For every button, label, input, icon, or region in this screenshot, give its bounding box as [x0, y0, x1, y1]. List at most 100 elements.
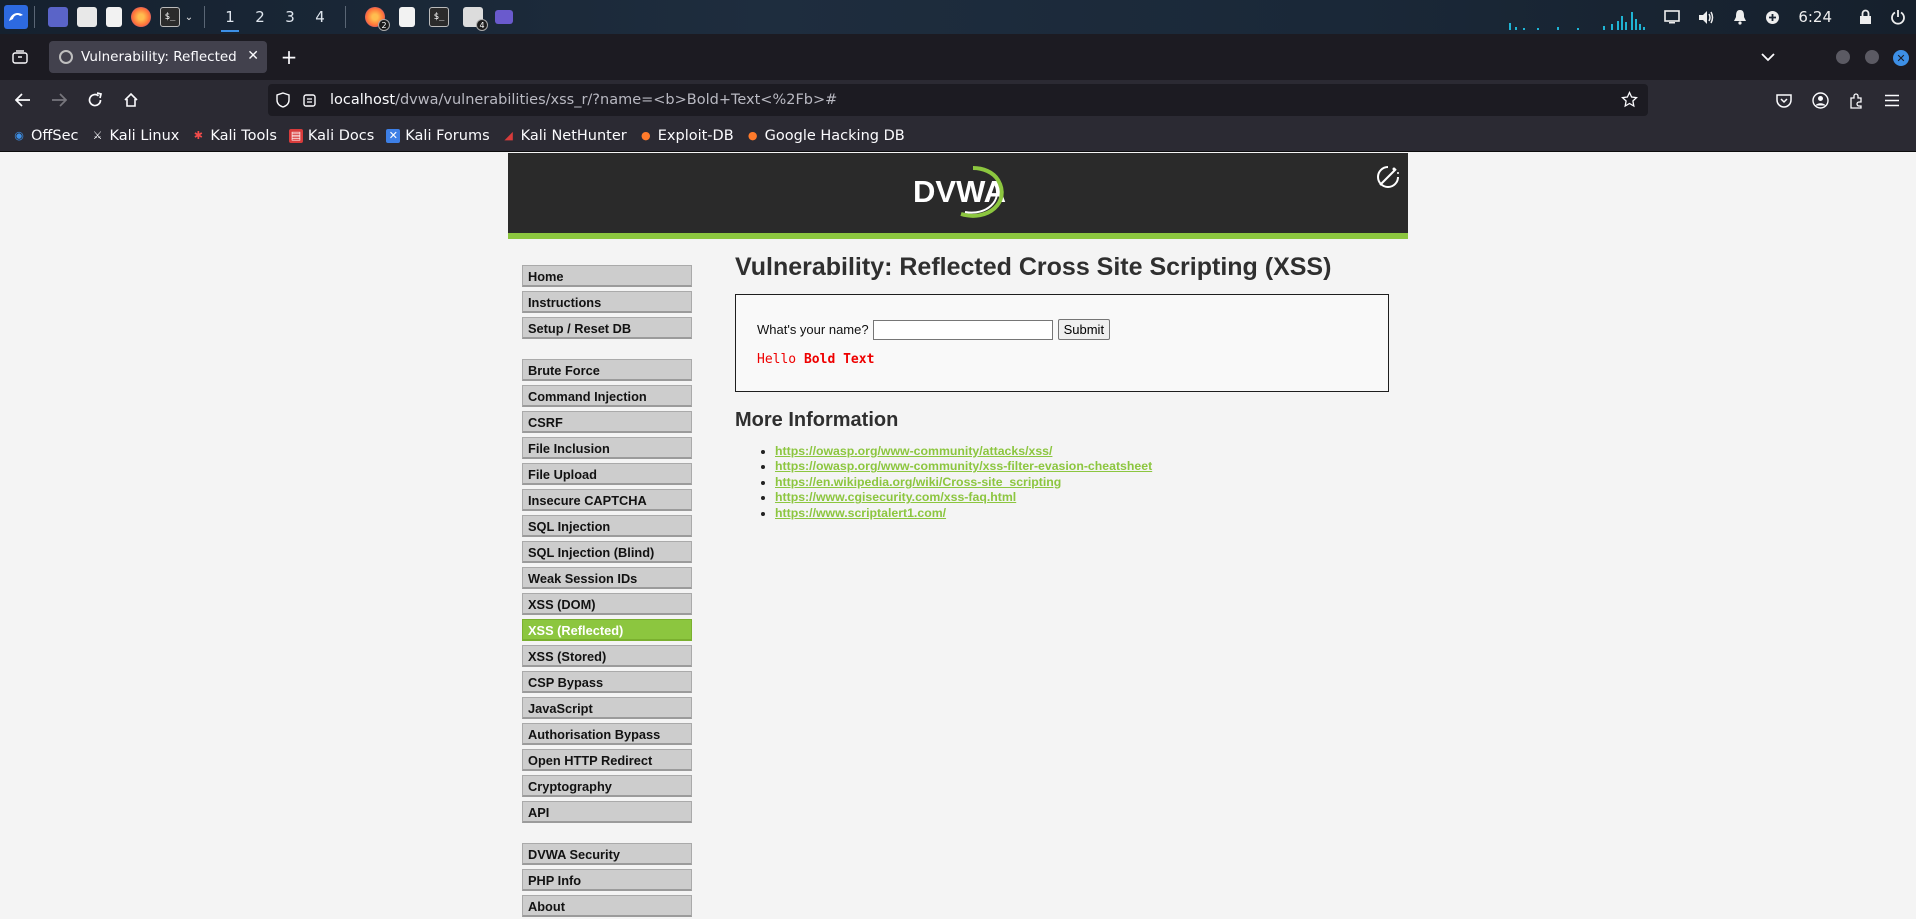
- menu-item-php-info[interactable]: PHP Info: [522, 869, 692, 891]
- hamburger-menu-icon[interactable]: [1880, 88, 1904, 112]
- menu-item-xss-reflected[interactable]: XSS (Reflected): [522, 619, 692, 641]
- menu-item-setup-reset-db[interactable]: Setup / Reset DB: [522, 317, 692, 339]
- ghdb-icon: ●: [747, 129, 758, 142]
- bookmark-kali-tools[interactable]: ✱ Kali Tools: [191, 128, 277, 144]
- shield-icon[interactable]: [276, 92, 290, 108]
- screenshot-window-icon[interactable]: [495, 10, 513, 24]
- name-input[interactable]: [872, 319, 1053, 340]
- menu-item-instructions[interactable]: Instructions: [522, 291, 692, 313]
- kali-menu-icon[interactable]: [4, 5, 28, 29]
- tab-close-icon[interactable]: ✕: [247, 48, 259, 64]
- firefox-launcher-icon[interactable]: [131, 7, 151, 27]
- list-all-tabs-icon[interactable]: [1756, 45, 1780, 69]
- logout-icon[interactable]: [1890, 9, 1906, 25]
- clock[interactable]: 6:24: [1798, 8, 1832, 26]
- menu-item-file-upload[interactable]: File Upload: [522, 463, 692, 485]
- menu-item-sql-injection-blind[interactable]: SQL Injection (Blind): [522, 541, 692, 563]
- home-icon[interactable]: [119, 88, 143, 112]
- window-minimize-button[interactable]: [1836, 50, 1850, 64]
- url-text[interactable]: localhost/dvwa/vulnerabilities/xss_r/?na…: [330, 92, 837, 108]
- bookmark-exploit-db[interactable]: ● Exploit-DB: [639, 128, 734, 144]
- lock-icon[interactable]: [1859, 9, 1872, 25]
- bookmark-offsec[interactable]: ◉ OffSec: [12, 128, 78, 144]
- reference-link[interactable]: https://owasp.org/www-community/xss-filt…: [775, 459, 1152, 473]
- menu-item-dvwa-security[interactable]: DVWA Security: [522, 843, 692, 865]
- output-prefix: Hello: [757, 352, 804, 367]
- extensions-icon[interactable]: [1844, 88, 1868, 112]
- bookmark-star-icon[interactable]: [1621, 90, 1638, 112]
- power-status-icon[interactable]: [1765, 10, 1780, 25]
- more-info-heading: More Information: [735, 409, 899, 431]
- notification-bell-icon[interactable]: [1733, 9, 1747, 25]
- page-info-icon[interactable]: [302, 93, 317, 108]
- active-tab[interactable]: Vulnerability: Reflected Cross Site Scri…: [49, 41, 267, 73]
- forward-arrow-icon[interactable]: [47, 88, 71, 112]
- bookmark-label: Kali Tools: [210, 127, 277, 144]
- reload-icon[interactable]: [83, 88, 107, 112]
- window-close-button[interactable]: ✕: [1893, 50, 1909, 66]
- url-bar[interactable]: localhost/dvwa/vulnerabilities/xss_r/?na…: [268, 84, 1648, 116]
- bookmark-label: Google Hacking DB: [764, 127, 905, 144]
- list-item: https://owasp.org/www-community/attacks/…: [775, 444, 1395, 459]
- menu-item-authorisation-bypass[interactable]: Authorisation Bypass: [522, 723, 692, 745]
- bookmark-kali-linux[interactable]: ⚔ Kali Linux: [91, 128, 180, 144]
- menu-item-cryptography[interactable]: Cryptography: [522, 775, 692, 797]
- menu-item-api[interactable]: API: [522, 801, 692, 823]
- menu-gap: [522, 827, 692, 843]
- theme-toggle-icon[interactable]: [1374, 163, 1402, 191]
- reference-link[interactable]: https://www.cgisecurity.com/xss-faq.html: [775, 490, 1016, 504]
- display-icon[interactable]: [1664, 10, 1681, 24]
- list-item: https://www.cgisecurity.com/xss-faq.html: [775, 490, 1395, 505]
- terminal-window-icon[interactable]: $_: [429, 7, 449, 27]
- menu-item-file-inclusion[interactable]: File Inclusion: [522, 437, 692, 459]
- back-arrow-icon[interactable]: [11, 88, 35, 112]
- menu-item-open-http-redirect[interactable]: Open HTTP Redirect: [522, 749, 692, 771]
- menu-item-command-injection[interactable]: Command Injection: [522, 385, 692, 407]
- text-editor-icon[interactable]: [106, 7, 122, 27]
- window-maximize-button[interactable]: [1865, 50, 1879, 64]
- reference-link[interactable]: https://www.scriptalert1.com/: [775, 506, 946, 520]
- menu-item-csp-bypass[interactable]: CSP Bypass: [522, 671, 692, 693]
- menu-item-brute-force[interactable]: Brute Force: [522, 359, 692, 381]
- menu-item-javascript[interactable]: JavaScript: [522, 697, 692, 719]
- system-tray: 6:24: [1507, 0, 1916, 34]
- menu-item-insecure-captcha[interactable]: Insecure CAPTCHA: [522, 489, 692, 511]
- submit-button[interactable]: Submit: [1057, 319, 1111, 340]
- show-desktop-icon[interactable]: [48, 7, 68, 27]
- bookmark-kali-nethunter[interactable]: ◢ Kali NetHunter: [502, 128, 626, 144]
- text-editor-window-icon[interactable]: [399, 7, 415, 27]
- vulnerable-code-area: What's your name? Submit Hello Bold Text: [735, 294, 1389, 392]
- reference-link[interactable]: https://en.wikipedia.org/wiki/Cross-site…: [775, 475, 1061, 489]
- bookmarks-toolbar: ◉ OffSec ⚔ Kali Linux ✱ Kali Tools ▤ Kali Do…: [0, 120, 1916, 152]
- workspace-1[interactable]: 1: [215, 0, 245, 34]
- menu-item-sql-injection[interactable]: SQL Injection: [522, 515, 692, 537]
- list-item: https://www.scriptalert1.com/: [775, 506, 1395, 521]
- menu-item-about[interactable]: About: [522, 895, 692, 917]
- account-icon[interactable]: [1808, 88, 1832, 112]
- pocket-icon[interactable]: [1772, 88, 1796, 112]
- volume-icon[interactable]: [1698, 10, 1715, 25]
- workspace-4[interactable]: 4: [305, 0, 335, 34]
- dvwa-logo: DVWA: [903, 162, 1013, 230]
- menu-item-xss-dom[interactable]: XSS (DOM): [522, 593, 692, 615]
- new-tab-button[interactable]: +: [277, 45, 301, 69]
- workspace-3[interactable]: 3: [275, 0, 305, 34]
- firefox-view-icon[interactable]: [8, 45, 32, 69]
- menu-item-home[interactable]: Home: [522, 265, 692, 287]
- dvwa-side-menu: Home Instructions Setup / Reset DB Brute F…: [522, 265, 692, 919]
- files-window-icon[interactable]: 4: [463, 7, 488, 31]
- terminal-launcher-icon[interactable]: $_: [160, 7, 180, 27]
- file-manager-icon[interactable]: [77, 7, 97, 27]
- list-item: https://owasp.org/www-community/xss-filt…: [775, 459, 1395, 474]
- bookmark-google-hacking-db[interactable]: ● Google Hacking DB: [746, 128, 905, 144]
- menu-item-weak-session-ids[interactable]: Weak Session IDs: [522, 567, 692, 589]
- bookmark-kali-docs[interactable]: ▤ Kali Docs: [288, 128, 374, 144]
- bookmark-kali-forums[interactable]: ✕ Kali Forums: [386, 128, 490, 144]
- menu-gap: [522, 343, 692, 359]
- firefox-window-icon[interactable]: 2: [365, 7, 390, 31]
- workspace-2[interactable]: 2: [245, 0, 275, 34]
- chevron-down-icon[interactable]: ⌄: [184, 7, 194, 27]
- menu-item-csrf[interactable]: CSRF: [522, 411, 692, 433]
- menu-item-xss-stored[interactable]: XSS (Stored): [522, 645, 692, 667]
- reference-link[interactable]: https://owasp.org/www-community/attacks/…: [775, 444, 1052, 458]
